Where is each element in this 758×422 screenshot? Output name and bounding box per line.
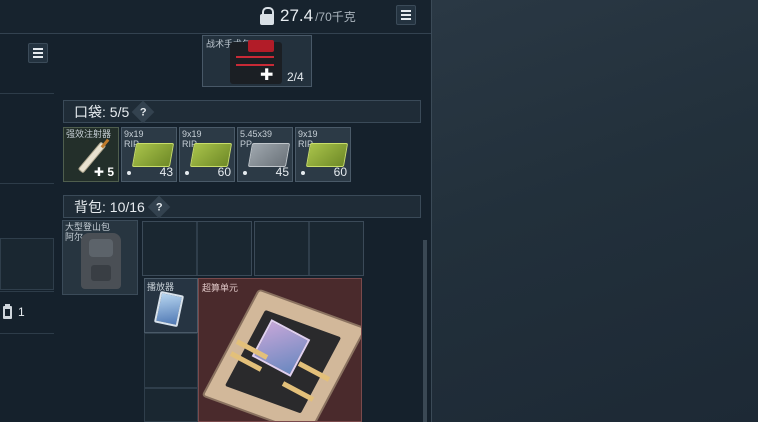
weight-current: 27.4 (280, 6, 314, 25)
medkit-count: 2/4 (287, 70, 304, 84)
player-item[interactable]: 播放器 (144, 278, 198, 333)
inventory-header: 27.4 /70千克 (0, 0, 431, 34)
battery-count: 1 (18, 305, 25, 319)
grid-group (142, 221, 252, 276)
item-label: 强效注射器 (66, 129, 112, 139)
divider (0, 93, 54, 94)
divider (0, 333, 54, 334)
grid-group (254, 221, 364, 276)
inventory-panel: 27.4 /70千克 1 战术手术包 ✚ 2/4 口袋: 5/5 ? 强效注射器… (0, 0, 432, 422)
scrollbar[interactable] (423, 240, 427, 422)
cpu-label: 超算单元 (202, 283, 239, 293)
pocket-item-ammo[interactable]: 9x19 RIP 60 (295, 127, 351, 182)
sort-menu-icon[interactable] (396, 5, 416, 25)
weight-lock-icon (260, 7, 274, 25)
ammo-box-icon (131, 143, 175, 167)
background-area (431, 0, 758, 422)
weight-indicator: 27.4 /70千克 (260, 6, 356, 26)
player-device-icon (153, 290, 185, 328)
battery-indicator: 1 (3, 303, 33, 319)
weight-max: /70千克 (315, 9, 356, 24)
grid-cell[interactable] (144, 388, 198, 422)
battery-icon (3, 303, 12, 319)
side-slot[interactable] (0, 238, 54, 290)
grid-cell[interactable] (144, 333, 198, 388)
backpack-icon (81, 233, 121, 289)
item-count: 60 (333, 165, 347, 179)
pocket-item-injector[interactable]: 强效注射器 ✚ 5 (63, 127, 119, 182)
backpack-help-icon[interactable]: ? (147, 195, 171, 218)
pocket-item-ammo[interactable]: 5.45x39 PP 45 (237, 127, 293, 182)
pockets-help-icon[interactable]: ? (131, 100, 155, 123)
ammo-box-icon (305, 143, 349, 167)
item-count: 45 (275, 165, 289, 179)
plus-icon: ✚ (260, 67, 274, 84)
supercompute-unit-item[interactable]: 超算单元 (198, 278, 362, 422)
side-menu-icon[interactable] (28, 43, 48, 63)
backpack-item[interactable]: 大型登山包 阿尔... (62, 220, 138, 295)
item-count: 60 (217, 165, 231, 179)
pockets-header: 口袋: 5/5 ? (63, 100, 421, 123)
medkit-icon (230, 40, 282, 84)
item-count: ✚ 5 (93, 165, 114, 179)
ammo-box-icon (189, 143, 233, 167)
backpack-header: 背包: 10/16 ? (63, 195, 421, 218)
pocket-item-ammo[interactable]: 9x19 RIP 43 (121, 127, 177, 182)
ammo-box-icon (247, 143, 291, 167)
medkit-item[interactable]: 战术手术包 ✚ 2/4 (202, 35, 312, 87)
side-column (0, 33, 54, 422)
backpack-title: 背包: 10/16 (74, 198, 145, 215)
pocket-item-ammo[interactable]: 9x19 RIP 60 (179, 127, 235, 182)
pockets-title: 口袋: 5/5 (74, 103, 130, 120)
divider (0, 291, 54, 292)
divider (0, 183, 54, 184)
item-count: 43 (159, 165, 173, 179)
